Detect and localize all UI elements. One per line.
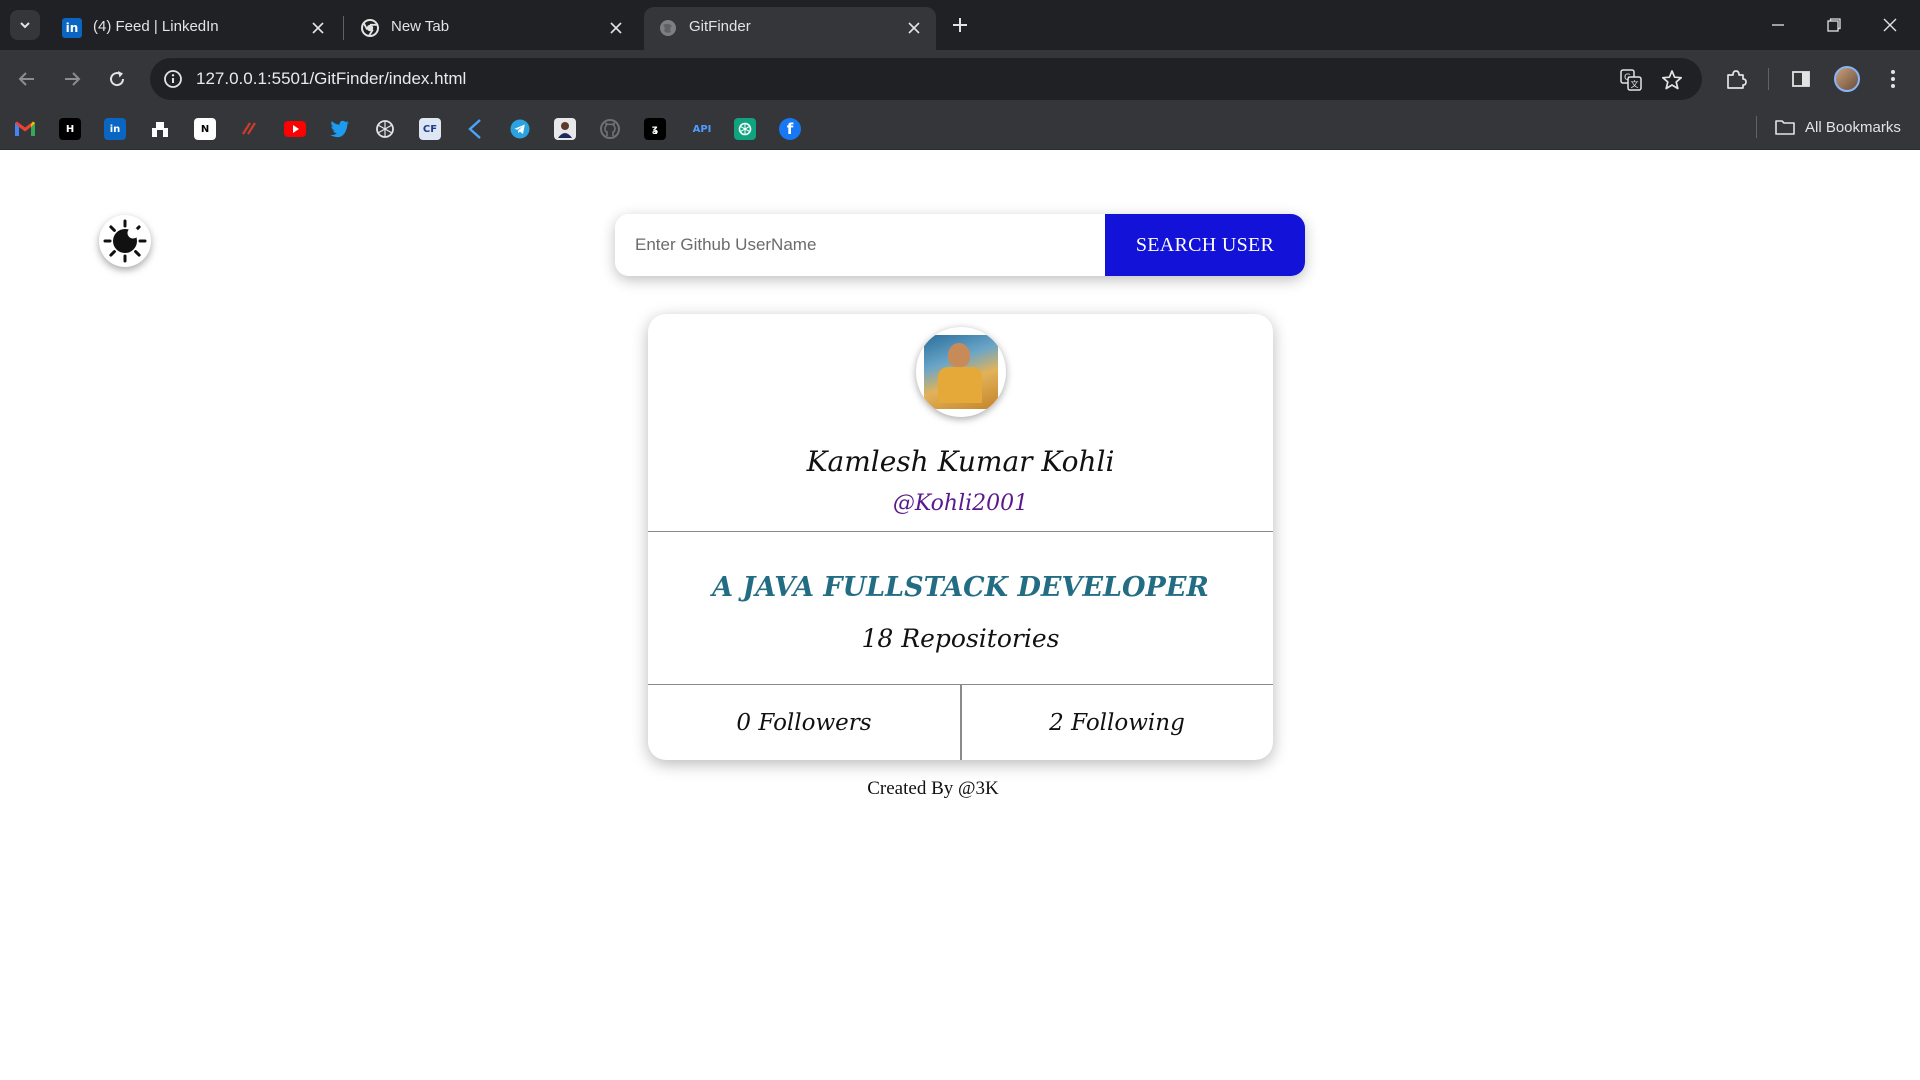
tab-separator (343, 16, 344, 40)
api-icon[interactable]: API (689, 118, 715, 140)
profile-bio: A JAVA FULLSTACK DEVELOPER (712, 572, 1209, 603)
theme-toggle-button[interactable] (99, 215, 151, 267)
browser-toolbar: 127.0.0.1:5501/GitFinder/index.html G文 (0, 50, 1920, 108)
tab-search-button[interactable] (10, 10, 40, 40)
tab-title: (4) Feed | LinkedIn (93, 18, 219, 35)
address-bar[interactable]: 127.0.0.1:5501/GitFinder/index.html G文 (150, 58, 1702, 100)
twitter-icon[interactable] (329, 118, 351, 140)
bookmarks-bar: H in N CF ʓ API f (0, 108, 1920, 150)
reload-button[interactable] (101, 63, 133, 95)
forward-button[interactable] (56, 63, 88, 95)
youtube-icon[interactable] (284, 118, 306, 140)
more-vert-icon (1891, 70, 1895, 88)
notion-icon[interactable]: N (194, 118, 216, 140)
folder-icon (1775, 120, 1795, 135)
codeforces-icon[interactable]: CF (419, 118, 441, 140)
browser-tab-bar: in (4) Feed | LinkedIn New Tab GitFinder (0, 0, 1920, 50)
following-count: 2 Following (1049, 709, 1185, 736)
extensions-button[interactable] (1720, 63, 1752, 95)
tab-linkedin[interactable]: in (4) Feed | LinkedIn (48, 7, 340, 50)
kotlin-icon[interactable] (464, 118, 486, 140)
facebook-icon[interactable]: f (779, 118, 801, 140)
repositories-count: 18 Repositories (861, 624, 1060, 653)
close-tab-icon[interactable] (904, 18, 924, 38)
openai-icon[interactable] (734, 118, 756, 140)
profile-avatar (916, 327, 1006, 417)
globe-icon (658, 18, 678, 38)
minimize-button[interactable] (1750, 0, 1806, 50)
footer-credit: Created By @3K (867, 778, 999, 799)
restore-button[interactable] (1806, 0, 1862, 50)
url-text[interactable]: 127.0.0.1:5501/GitFinder/index.html (196, 69, 466, 89)
tab-title: New Tab (391, 18, 450, 35)
profile-username-link[interactable]: @Kohli2001 (648, 491, 1273, 516)
profile-stats: 0 Followers 2 Following (648, 685, 1273, 760)
linkedin-icon: in (62, 18, 82, 38)
svg-text:文: 文 (1631, 79, 1639, 89)
back-button[interactable] (11, 63, 43, 95)
tab-gitfinder[interactable]: GitFinder (644, 7, 936, 50)
bookmark-star-icon[interactable] (1659, 67, 1685, 93)
profile-header: Kamlesh Kumar Kohli @Kohli2001 (648, 314, 1273, 532)
linkedin-icon[interactable]: in (104, 118, 126, 140)
all-bookmarks-label: All Bookmarks (1805, 118, 1901, 136)
site-info-icon[interactable] (162, 68, 184, 90)
profile-bookmark-icon[interactable] (554, 118, 576, 140)
hackerrank-icon[interactable]: H (59, 118, 81, 140)
minimize-icon (1772, 24, 1784, 26)
close-tab-icon[interactable] (308, 18, 328, 38)
bookmarks-separator (1756, 116, 1757, 138)
new-tab-button[interactable] (946, 11, 974, 39)
unstop-icon[interactable] (149, 118, 171, 140)
close-icon (1883, 18, 1897, 32)
codechef-icon[interactable]: ʓ (644, 118, 666, 140)
avatar (1834, 66, 1860, 92)
profile-name: Kamlesh Kumar Kohli (806, 445, 1115, 478)
search-bar: SEARCH USER (615, 214, 1305, 276)
github-username-input[interactable] (615, 214, 1105, 276)
profile-card: Kamlesh Kumar Kohli @Kohli2001 A JAVA FU… (648, 314, 1273, 760)
close-window-button[interactable] (1862, 0, 1918, 50)
arrow-right-icon (65, 72, 81, 86)
profile-details: A JAVA FULLSTACK DEVELOPER 18 Repositori… (648, 532, 1273, 685)
close-tab-icon[interactable] (606, 18, 626, 38)
puzzle-icon (1727, 70, 1747, 89)
menu-button[interactable] (1877, 63, 1909, 95)
gitfinder-page: SEARCH USER Kamlesh Kumar Kohli @Kohli20… (0, 151, 1920, 1078)
search-user-button[interactable]: SEARCH USER (1105, 214, 1305, 276)
followers-count: 0 Followers (736, 709, 872, 736)
leetcode-icon[interactable] (239, 118, 261, 140)
sun-moon-icon (103, 219, 147, 263)
avatar-photo (924, 335, 998, 409)
github-icon[interactable] (599, 118, 621, 140)
translate-icon[interactable]: G文 (1618, 67, 1644, 93)
reload-icon (110, 71, 125, 87)
toolbar-separator (1768, 68, 1769, 90)
side-panel-icon (1792, 71, 1810, 87)
telegram-icon[interactable] (509, 118, 531, 140)
profile-button[interactable] (1831, 63, 1863, 95)
side-panel-button[interactable] (1785, 63, 1817, 95)
chevron-down-icon (20, 22, 30, 29)
tab-new-tab[interactable]: New Tab (346, 7, 638, 50)
gmail-icon[interactable] (14, 118, 36, 140)
chrome-icon (360, 18, 380, 38)
restore-icon (1827, 18, 1841, 32)
arrow-left-icon (18, 72, 34, 86)
tab-title: GitFinder (689, 18, 751, 35)
plus-icon (953, 18, 967, 32)
chatgpt-icon[interactable] (374, 118, 396, 140)
all-bookmarks-button[interactable]: All Bookmarks (1775, 118, 1901, 136)
